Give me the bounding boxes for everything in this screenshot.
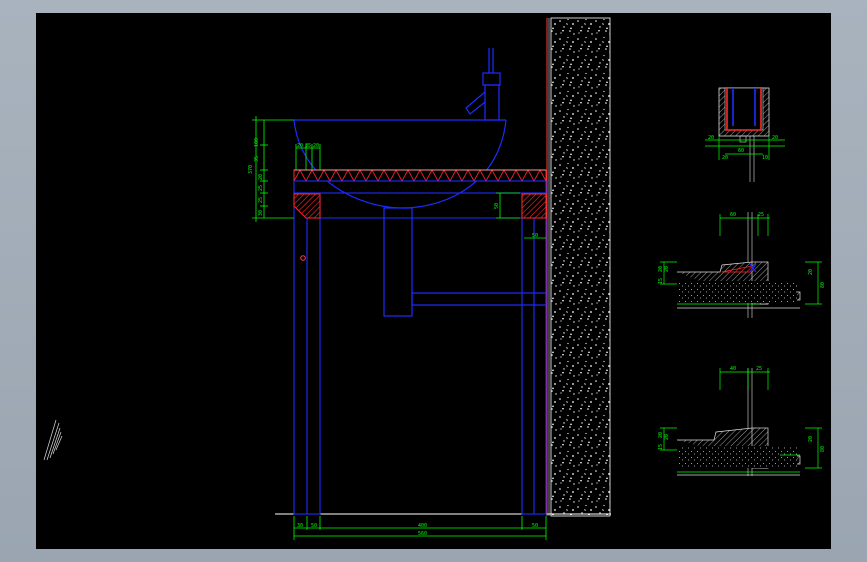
- detail-bot-right-1: 80: [820, 446, 826, 452]
- dim-mid-1: 50: [532, 233, 538, 239]
- detail-bot-top-dim-1: 25: [756, 366, 762, 372]
- detail-top-dim-0: 20: [708, 135, 714, 141]
- detail-top-dim-2: 20: [772, 135, 778, 141]
- hatch-symbol: [43, 419, 63, 461]
- detail-bot-right-0: 20: [808, 436, 814, 442]
- dim-top-0: 20: [297, 143, 303, 149]
- dim-left-0: 100: [254, 138, 260, 147]
- dim-left-2: 370: [248, 165, 254, 174]
- dim-bottom-2: 400: [418, 523, 427, 529]
- detail-bot-top-dim-0: 40: [730, 366, 736, 372]
- counter-slab: [293, 169, 547, 182]
- dim-top-2: 20: [313, 143, 319, 149]
- cad-drawing: 100 35 370 20 25 25 30 20 35 20 50 50 30…: [43, 17, 826, 540]
- detail-top-dim-3: 20: [722, 155, 728, 161]
- marker-circle: [300, 255, 306, 261]
- detail-mid-right-1: 80: [820, 282, 826, 288]
- support-frame: [293, 180, 547, 515]
- basin-bowl: [293, 119, 507, 209]
- faucet: [465, 48, 501, 121]
- concrete-wall: [550, 17, 611, 517]
- main-elevation: [252, 17, 611, 540]
- bracket-left: [293, 193, 321, 219]
- detail-mid-top-dim-0: 60: [730, 212, 736, 218]
- dim-left-5: 25: [258, 197, 264, 203]
- dim-left-6: 30: [258, 210, 264, 216]
- dim-bottom-0: 30: [297, 523, 303, 529]
- detail-bot-left-2: 15: [658, 444, 664, 450]
- dim-bottom-3: 50: [532, 523, 538, 529]
- dim-mid-0: 50: [494, 203, 500, 209]
- detail-top-dim-4: 10: [762, 155, 768, 161]
- bracket-right: [521, 193, 547, 219]
- detail-bottom: [660, 368, 822, 476]
- detail-mid-left-1: 20: [664, 266, 670, 272]
- left-dimension-chain: [252, 116, 294, 222]
- detail-mid-right-0: 20: [808, 269, 814, 275]
- dim-left-1: 35: [254, 156, 260, 162]
- detail-middle: [660, 212, 822, 318]
- dim-bottom-1: 50: [311, 523, 317, 529]
- detail-mid-top-dim-1: 25: [758, 212, 764, 218]
- detail-mid-left-2: 15: [658, 278, 664, 284]
- dim-top-1: 35: [305, 143, 311, 149]
- dim-left-3: 20: [258, 174, 264, 180]
- detail-top-dim-1: 60: [738, 148, 744, 154]
- dim-bottom-total: 560: [418, 531, 427, 537]
- detail-bot-left-1: 20: [664, 434, 670, 440]
- dim-left-4: 25: [258, 185, 264, 191]
